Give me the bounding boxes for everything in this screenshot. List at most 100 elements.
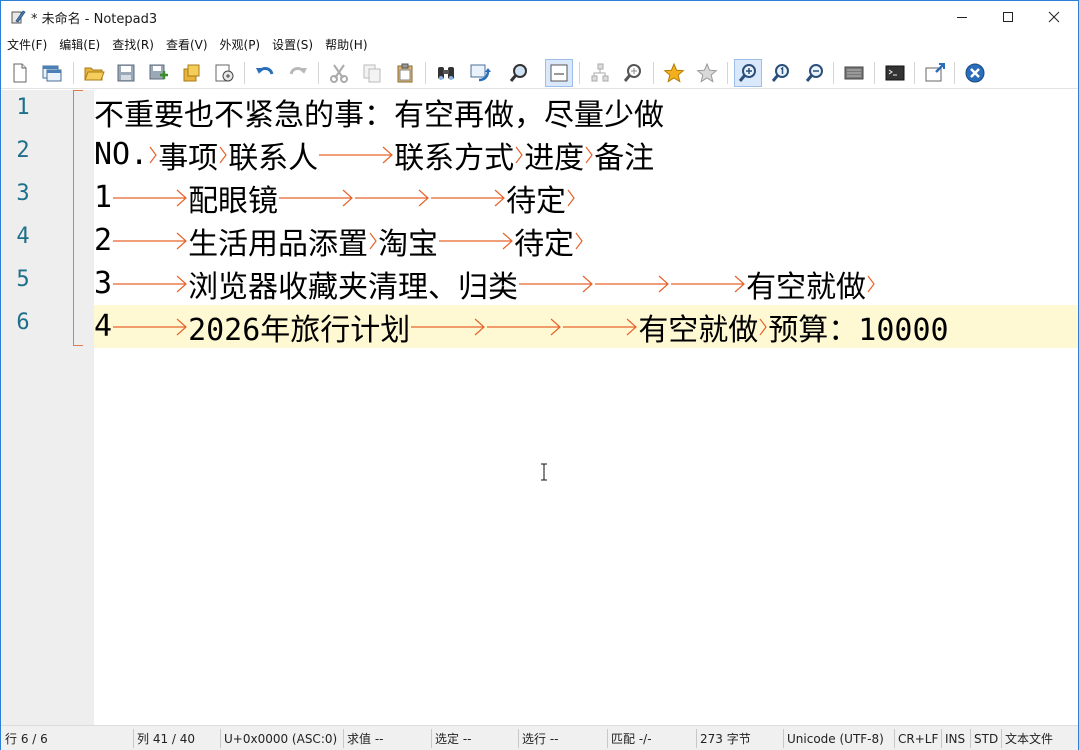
undo-button[interactable]: [251, 59, 279, 87]
status-eol[interactable]: CR+LF: [894, 726, 938, 750]
close-icon: [1048, 11, 1060, 22]
text-segment: 待定: [514, 226, 575, 262]
menu-help[interactable]: 帮助(H): [323, 36, 369, 53]
text-line[interactable]: 3 浏览器收藏夹清理、归类 有空就做: [94, 262, 876, 305]
status-std[interactable]: STD: [970, 726, 998, 750]
tree-button[interactable]: [586, 59, 614, 87]
tab-arrow: [410, 312, 486, 342]
new-window-button[interactable]: [38, 59, 66, 87]
tab-arrow: [278, 183, 354, 213]
text-segment: 有空就做: [746, 269, 867, 305]
text-line[interactable]: 不重要也不紧急的事：有空再做，尽量少做: [94, 90, 664, 133]
cut-button[interactable]: [325, 59, 353, 87]
menu-settings[interactable]: 设置(S): [270, 36, 315, 53]
reset-zoom-icon: [771, 64, 789, 82]
text-segment: 配眼镜: [188, 183, 279, 219]
open-folder-button[interactable]: [80, 59, 108, 87]
encoding-icon: [844, 66, 864, 80]
tab-arrow: [562, 312, 638, 342]
encoding-button[interactable]: [840, 59, 868, 87]
text-segment: 待定: [506, 183, 567, 219]
zoom-out-button[interactable]: [801, 59, 829, 87]
menu-find[interactable]: 查找(R): [110, 36, 156, 53]
redo-icon: [289, 67, 307, 75]
menu-edit[interactable]: 编辑(E): [57, 36, 102, 53]
save-copy-icon: [183, 64, 200, 82]
tab-arrow: [112, 269, 188, 299]
text-segment: 备注: [594, 140, 655, 176]
tab-arrow: [486, 312, 562, 342]
text-segment: 生活用品添置: [188, 226, 369, 262]
open-folder-icon: [84, 67, 105, 81]
status-char-code[interactable]: U+0x0000 (ASC:0): [220, 726, 337, 750]
tab-arrow: [354, 183, 430, 213]
text-segment: 3: [94, 266, 113, 301]
text-line[interactable]: 1 配眼镜 待定: [94, 176, 576, 219]
minimize-icon: [957, 16, 967, 18]
paste-button[interactable]: [391, 59, 419, 87]
status-file-type[interactable]: 文本文件: [1001, 726, 1053, 750]
save-icon: [117, 64, 135, 82]
find-icon: [438, 67, 454, 80]
status-encoding[interactable]: Unicode (UTF-8): [783, 726, 884, 750]
zoom-in-icon: [738, 64, 756, 82]
zoom-in-button[interactable]: [734, 59, 762, 87]
menu-appearance[interactable]: 外观(P): [218, 36, 263, 53]
save-copy-button[interactable]: [177, 59, 205, 87]
tab-arrow: [670, 269, 746, 299]
reset-zoom-button[interactable]: [767, 59, 795, 87]
find-button[interactable]: [432, 59, 460, 87]
pin-button[interactable]: [921, 59, 949, 87]
status-sum[interactable]: 求值 --: [343, 726, 383, 750]
editor-area[interactable]: 1 2 3 4 5 6 不重要也不紧急的事：有空再做，尽量少做 NO. 事项 联系人 联…: [1, 90, 1078, 725]
save-as-button[interactable]: [144, 59, 172, 87]
tab-arrow: [430, 183, 506, 213]
status-column[interactable]: 列 41 / 40: [133, 726, 195, 750]
text-segment: 2: [94, 223, 113, 258]
status-size[interactable]: 273 字节: [696, 726, 751, 750]
line-number: 1: [16, 95, 30, 120]
title-bar[interactable]: * 未命名 - Notepad3: [1, 1, 1078, 32]
tab-arrow: [318, 140, 394, 170]
find-next-button[interactable]: [505, 59, 533, 87]
replace-button[interactable]: [466, 59, 494, 87]
text-line[interactable]: NO. 事项 联系人 联系方式 进度 备注: [94, 133, 654, 176]
menu-view[interactable]: 查看(V): [164, 36, 210, 53]
text-segment: 有空就做: [638, 312, 759, 348]
favorites-button[interactable]: [660, 59, 688, 87]
line-number: 6: [16, 310, 30, 335]
fold-marker[interactable]: [73, 90, 83, 346]
status-match[interactable]: 匹配 -/-: [607, 726, 652, 750]
zoom-search-button[interactable]: [619, 59, 647, 87]
text-line[interactable]: 4 2026年旅行计划 有空就做 预算：10000: [94, 305, 949, 348]
undo-icon: [256, 67, 274, 75]
new-window-icon: [42, 65, 62, 82]
status-selection[interactable]: 选定 --: [431, 726, 471, 750]
new-file-icon: [13, 63, 27, 83]
add-favorite-button[interactable]: [693, 59, 721, 87]
menu-file[interactable]: 文件(F): [5, 36, 49, 53]
maximize-button[interactable]: [985, 1, 1031, 32]
text-segment: 联系人: [228, 140, 319, 176]
text-segment: 4: [94, 309, 113, 344]
text-segment: 预算：10000: [768, 312, 949, 348]
open-with-button[interactable]: [210, 59, 238, 87]
exit-button[interactable]: [961, 59, 989, 87]
status-line[interactable]: 行 6 / 6: [1, 726, 48, 750]
copy-button[interactable]: [358, 59, 386, 87]
open-with-icon: [215, 64, 234, 82]
terminal-button[interactable]: [881, 59, 909, 87]
pin-icon: [925, 63, 945, 82]
word-wrap-button[interactable]: [545, 59, 573, 87]
status-selected-lines[interactable]: 选行 --: [518, 726, 558, 750]
text-line[interactable]: 2 生活用品添置 淘宝 待定: [94, 219, 584, 262]
close-button[interactable]: [1031, 1, 1077, 32]
status-ins[interactable]: INS: [941, 726, 965, 750]
mouse-ibeam-cursor: [541, 463, 547, 481]
tab-arrow: [368, 226, 378, 256]
tab-arrow: [584, 140, 594, 170]
minimize-button[interactable]: [939, 1, 985, 32]
save-button[interactable]: [112, 59, 140, 87]
redo-button[interactable]: [284, 59, 312, 87]
new-file-button[interactable]: [6, 59, 34, 87]
